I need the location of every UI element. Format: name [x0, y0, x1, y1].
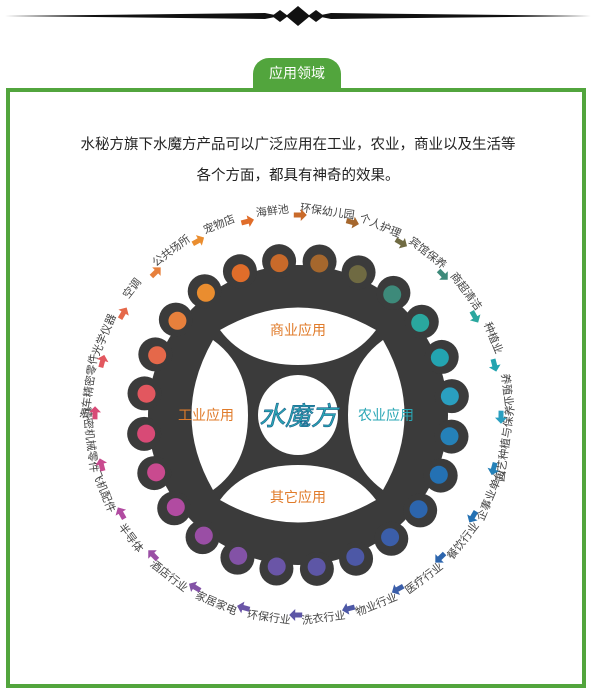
gear-dot — [196, 283, 215, 302]
gear-dot — [267, 557, 286, 576]
gear-dot — [411, 313, 430, 332]
application-wheel-diagram: 商业应用 工业应用 农业应用 其它应用 水魔方 宠物店海鲜池 环保幼儿园 个人护理宾… — [77, 200, 517, 627]
gear-dot — [137, 384, 156, 403]
gear-dot — [383, 285, 402, 304]
brand-logo-text: 水魔方 — [259, 402, 340, 432]
gear-dot — [310, 254, 329, 273]
gear-dot — [168, 311, 187, 330]
application-label: 企事业单位 — [473, 467, 507, 523]
gear-dot — [409, 500, 428, 519]
application-label: 物业行业 — [353, 589, 399, 618]
application-label: 酒店行业 — [148, 557, 191, 595]
application-label: 医疗行业 — [402, 559, 446, 597]
gear-dot — [148, 346, 167, 365]
application-label: 公共场所 — [149, 232, 193, 270]
application-label: 宠物店 — [201, 211, 237, 236]
application-label: 养殖业 — [498, 373, 516, 407]
gear-wheel: 商业应用 工业应用 农业应用 其它应用 水魔方 — [127, 244, 469, 586]
application-label: 飞机配件 — [89, 468, 118, 514]
application-label: 宾馆保养 — [406, 234, 449, 272]
application-label: 环保行业 — [246, 607, 292, 627]
application-label: 半导体 — [116, 520, 147, 555]
gear-dot — [270, 254, 289, 273]
application-label: 个人护理 — [357, 210, 403, 240]
application-label: 家居家电 — [193, 588, 239, 618]
flow-arrow — [240, 215, 254, 227]
gear-dot — [348, 265, 367, 284]
gear-dot — [429, 465, 448, 484]
flow-arrow — [488, 358, 501, 372]
gear-dot — [381, 528, 400, 547]
quadrant-label-top: 商业应用 — [270, 322, 326, 339]
quadrant-label-bottom: 其它应用 — [270, 489, 326, 506]
application-label: 空调 — [119, 275, 144, 301]
gear-dot — [194, 526, 213, 545]
gear-dot — [430, 348, 449, 367]
quadrant-label-right: 农业应用 — [358, 407, 414, 424]
gear-dot — [440, 387, 459, 406]
application-label: 种植业 — [481, 320, 506, 356]
application-label: 光学仪器 — [89, 312, 119, 358]
gear-dot — [346, 547, 365, 566]
gear-dot — [166, 498, 185, 517]
gear-dot — [307, 557, 326, 576]
gear-dot — [147, 463, 166, 482]
gear-dot — [137, 424, 156, 443]
gear-dot — [231, 264, 250, 283]
application-label: 洗衣行业 — [301, 608, 346, 627]
gear-dot — [440, 427, 459, 446]
application-label: 商超清洁 — [448, 269, 486, 313]
application-label: 海鲜池 — [255, 202, 289, 220]
quadrant-label-left: 工业应用 — [178, 407, 234, 424]
gear-dot — [229, 546, 248, 565]
flow-arrow — [289, 608, 303, 621]
application-label: 餐饮行业 — [444, 519, 482, 562]
